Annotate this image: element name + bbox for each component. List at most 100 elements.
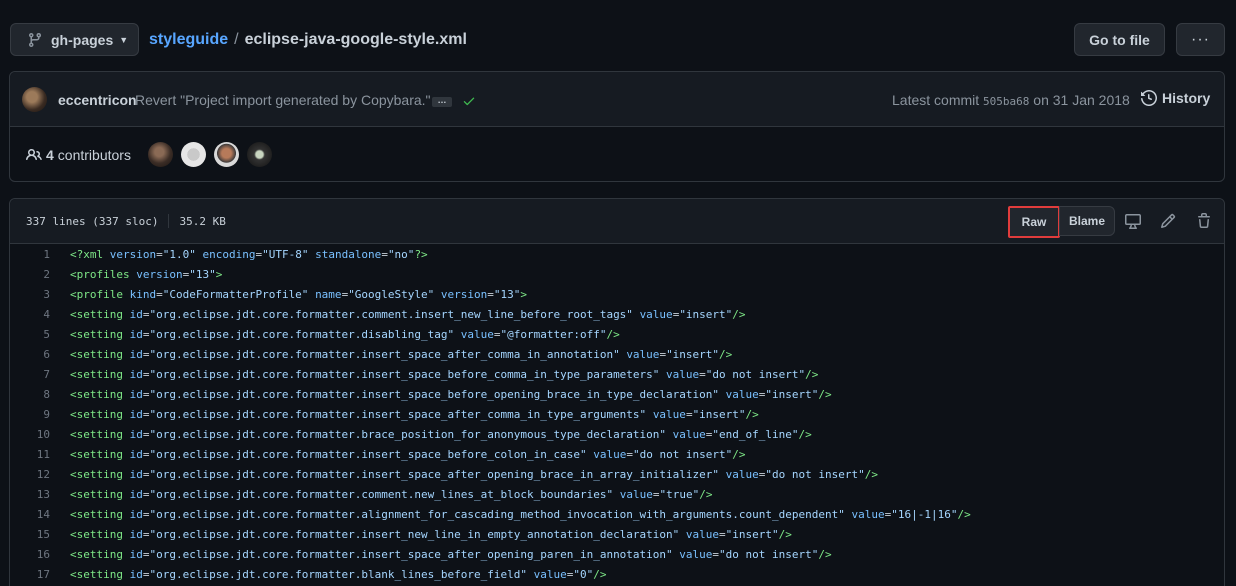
code-line: 4 <setting id="org.eclipse.jdt.core.forma… [10,304,1224,324]
code-token: /> [818,547,832,561]
latest-commit-info: Latest commit 505ba68 on 31 Jan 2018 [892,92,1130,108]
code-token: id [129,347,143,361]
line-number[interactable]: 5 [10,328,50,341]
code-text: <setting id="org.eclipse.jdt.core.format… [50,468,878,481]
code-text: <setting id="org.eclipse.jdt.core.format… [50,488,712,501]
code-token: "insert" [666,347,720,361]
file-info: 337 lines (337 sloc) 35.2 KB [26,214,226,228]
code-token: "org.eclipse.jdt.core.formatter.comment.… [149,487,614,501]
commit-date: 31 Jan 2018 [1052,92,1130,108]
line-number[interactable]: 9 [10,408,50,421]
pencil-icon[interactable] [1160,213,1176,229]
avatar[interactable] [148,142,173,167]
line-number[interactable]: 10 [10,428,50,441]
code-token: = [487,287,494,301]
code-token: name [315,287,342,301]
desktop-icon[interactable] [1125,213,1141,229]
avatar[interactable] [214,142,239,167]
avatar[interactable] [181,142,206,167]
line-number[interactable]: 2 [10,268,50,281]
code-line: 7 <setting id = "org.eclipse.jdt.core.forma… [10,364,1224,384]
code-token: <setting [70,367,123,381]
code-token: id [129,567,143,581]
avatar[interactable] [247,142,272,167]
line-number[interactable]: 16 [10,548,50,561]
code-token: /> [957,507,971,521]
code-token: /> [798,427,812,441]
code-token: /> [864,467,878,481]
blame-button[interactable]: Blame [1059,206,1115,236]
line-number[interactable]: 1 [10,248,50,261]
code-token: "org.eclipse.jdt.core.formatter.disablin… [149,327,455,341]
code-token: version [136,267,183,281]
code-line: 14 <setting id="org.eclipse.jdt.core.form… [10,504,1224,524]
history-link[interactable]: History [1141,90,1210,106]
kebab-horizontal-icon: ··· [1191,30,1210,48]
code-token: "do not insert" [719,547,819,561]
code-token: "@formatter:off" [500,327,607,341]
check-icon[interactable] [462,94,476,108]
contributors-link[interactable]: 4 contributors [26,147,131,163]
code-token: /> [732,447,746,461]
code-token: "org.eclipse.jdt.core.formatter.insert_s… [149,547,673,561]
code-token: id [129,387,143,401]
line-number[interactable]: 12 [10,468,50,481]
commit-author-link[interactable]: eccentricon [58,92,137,108]
line-number[interactable]: 4 [10,308,50,321]
line-number[interactable]: 11 [10,448,50,461]
avatar[interactable] [22,87,47,112]
code-line: 15 <setting id = "org.eclipse.jdt.core.form… [10,524,1224,544]
code-token: = [626,447,633,461]
breadcrumb-repo-link[interactable]: styleguide [149,31,228,49]
go-to-file-button[interactable]: Go to file [1074,23,1165,56]
code-token: kind [129,287,157,301]
code-token: ?> [414,247,428,261]
code-token: "org.eclipse.jdt.core.formatter.brace_po… [149,427,667,441]
line-number[interactable]: 13 [10,488,50,501]
file-header: 337 lines (337 sloc) 35.2 KB Raw Blame [10,199,1224,244]
code-token: /> [805,367,819,381]
code-text: <setting id="org.eclipse.jdt.core.format… [50,368,818,381]
raw-button[interactable]: Raw [1008,206,1060,238]
code-text: <setting id="org.eclipse.jdt.core.format… [50,348,732,361]
code-token: value [672,427,706,441]
code-text: <profiles version="13"> [50,268,222,281]
line-number[interactable]: 8 [10,388,50,401]
code-token: value [725,387,759,401]
line-number[interactable]: 3 [10,288,50,301]
code-view: 1 <?xml version="1.0" encoding="UTF-8" st… [10,244,1224,584]
code-token: "UTF-8" [262,247,309,261]
code-token: /> [745,407,759,421]
trash-icon[interactable] [1196,213,1212,229]
code-token: = [719,527,726,541]
latest-commit-box: eccentricon Revert "Project import gener… [9,71,1225,182]
code-token: "org.eclipse.jdt.core.formatter.insert_s… [149,387,720,401]
code-token: /> [606,327,620,341]
code-token: id [129,467,143,481]
line-number[interactable]: 14 [10,508,50,521]
code-token: "org.eclipse.jdt.core.formatter.insert_s… [149,407,647,421]
line-number[interactable]: 6 [10,348,50,361]
commit-sha-link[interactable]: 505ba68 [983,95,1029,108]
code-token: value [652,407,686,421]
code-text: <setting id="org.eclipse.jdt.core.format… [50,528,792,541]
line-number[interactable]: 17 [10,568,50,581]
code-token: <setting [70,327,123,341]
branch-selector-button[interactable]: gh-pages ▼ [10,23,139,56]
code-token: "org.eclipse.jdt.core.formatter.insert_s… [149,447,587,461]
more-options-button[interactable]: ··· [1176,23,1225,56]
commit-message-link[interactable]: Revert "Project import generated by Copy… [135,92,431,108]
code-token: <setting [70,487,123,501]
line-number[interactable]: 15 [10,528,50,541]
expand-commit-message-button[interactable]: … [432,96,452,107]
line-number[interactable]: 7 [10,368,50,381]
code-text: <setting id="org.eclipse.jdt.core.format… [50,388,832,401]
